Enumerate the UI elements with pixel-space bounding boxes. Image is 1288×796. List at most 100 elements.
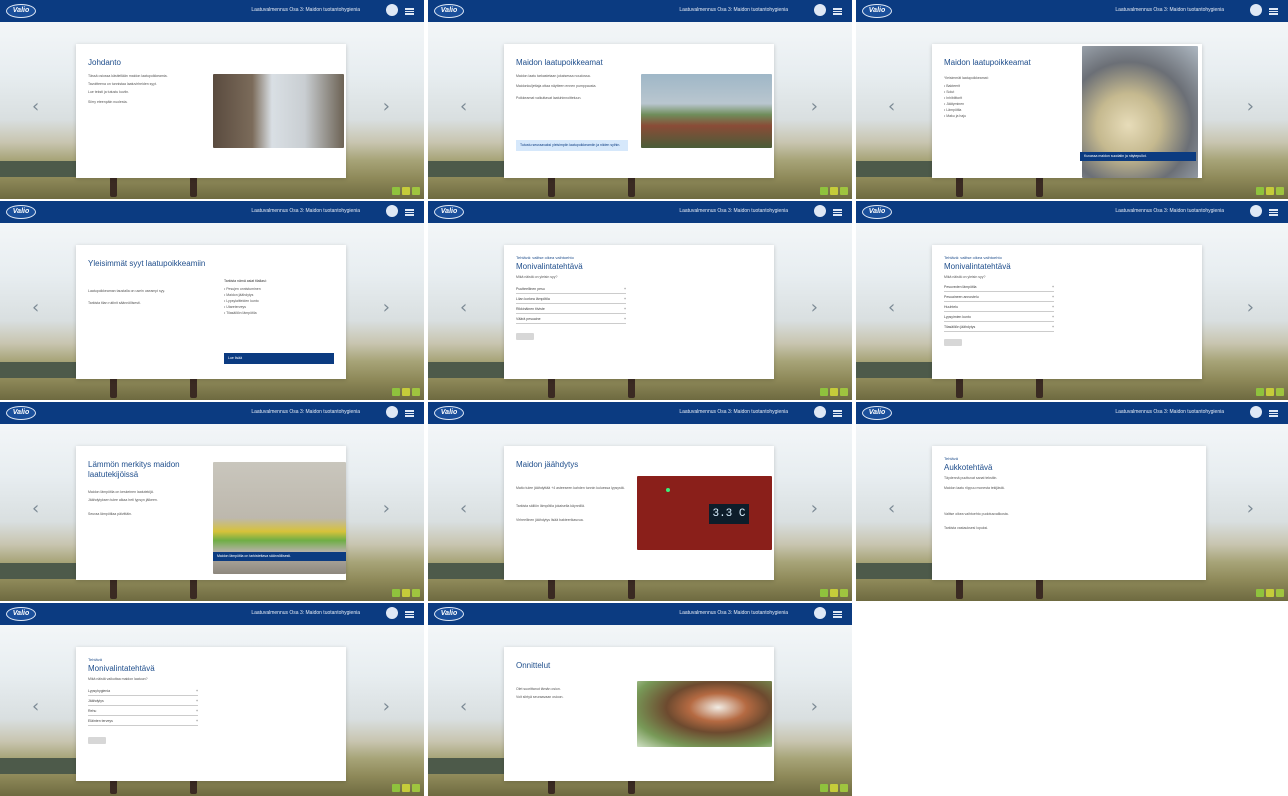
chat-icon[interactable] [386, 4, 398, 16]
slide-tile[interactable]: Valio Laatuvalmennus Osa 3: Maidon tuotan… [856, 402, 1288, 601]
chat-icon[interactable] [814, 607, 826, 619]
chat-icon[interactable] [1250, 406, 1262, 418]
chat-icon[interactable] [1250, 205, 1262, 217]
chat-icon[interactable] [814, 205, 826, 217]
slide-tile[interactable]: Valio Laatuvalmennus Osa 3: Maidon tuotan… [428, 201, 852, 400]
prev-arrow-icon[interactable]: ‹ [460, 297, 467, 318]
prev-arrow-icon[interactable]: ‹ [32, 696, 39, 717]
top-bar: Valio Laatuvalmennus Osa 3: Maidon tuotan… [0, 201, 424, 223]
next-arrow-icon[interactable]: › [1247, 498, 1254, 519]
next-arrow-icon[interactable]: › [383, 696, 390, 717]
slide-tile[interactable]: Valio Laatuvalmennus Osa 3: Maidon tuotan… [0, 0, 424, 199]
menu-icon[interactable] [405, 8, 414, 15]
menu-icon[interactable] [833, 8, 842, 15]
footer-icons[interactable] [1256, 589, 1284, 597]
footer-icons[interactable] [820, 388, 848, 396]
slide-tile[interactable]: Valio Laatuvalmennus Osa 3: Maidon tuotan… [0, 402, 424, 601]
answer-option[interactable]: Rikkinäinen tiiviste + [516, 307, 626, 314]
prev-arrow-icon[interactable]: ‹ [460, 96, 467, 117]
slide-tile[interactable]: Valio Laatuvalmennus Osa 3: Maidon tuotan… [856, 201, 1288, 400]
prev-arrow-icon[interactable]: ‹ [460, 696, 467, 717]
submit-button[interactable] [88, 737, 106, 744]
slide-tile[interactable]: Valio Laatuvalmennus Osa 3: Maidon tuotan… [428, 603, 852, 796]
next-arrow-icon[interactable]: › [811, 297, 818, 318]
slide-tile[interactable]: Valio Laatuvalmennus Osa 3: Maidon tuotan… [856, 0, 1288, 199]
prev-arrow-icon[interactable]: ‹ [888, 96, 895, 117]
prev-arrow-icon[interactable]: ‹ [32, 297, 39, 318]
submit-button[interactable] [516, 333, 534, 340]
answer-option[interactable]: Väärä pesuaine + [516, 317, 626, 324]
footer-icons[interactable] [1256, 187, 1284, 195]
slide-tile[interactable]: Valio Laatuvalmennus Osa 3: Maidon tuotan… [428, 0, 852, 199]
menu-icon[interactable] [405, 209, 414, 216]
menu-icon[interactable] [833, 410, 842, 417]
chat-icon[interactable] [386, 607, 398, 619]
prev-arrow-icon[interactable]: ‹ [32, 96, 39, 117]
text-line: Maito tulee jäähdyttää +4 asteeseen kahd… [516, 486, 625, 490]
text-line: Maidon lämpötila on keskeinen laatutekij… [88, 490, 154, 494]
next-arrow-icon[interactable]: › [811, 696, 818, 717]
text-line: • Maku ja haju [944, 114, 967, 118]
content-card: Tehtävä: valitse oikea vaihtoehto Moniva… [932, 245, 1202, 379]
footer-icons[interactable] [820, 784, 848, 792]
next-arrow-icon[interactable]: › [811, 498, 818, 519]
footer-icons[interactable] [820, 589, 848, 597]
footer-icons[interactable] [820, 187, 848, 195]
answer-option[interactable]: Pesuveden lämpötila + [944, 285, 1054, 292]
next-arrow-icon[interactable]: › [811, 96, 818, 117]
answer-option[interactable]: Pesuaineen annostelu + [944, 295, 1054, 302]
slide-tile[interactable]: Valio Laatuvalmennus Osa 3: Maidon tuotan… [0, 201, 424, 400]
menu-icon[interactable] [833, 611, 842, 618]
question-text: Mikä näistä vaikuttaa maidon laatuun? [88, 677, 148, 681]
read-more-button[interactable]: Lue lisää [224, 353, 334, 364]
prev-arrow-icon[interactable]: ‹ [460, 498, 467, 519]
content-card: Maidon jäähdytys Maito tulee jäähdyttää … [504, 446, 774, 580]
next-arrow-icon[interactable]: › [383, 297, 390, 318]
top-bar: Valio Laatuvalmennus Osa 3: Maidon tuotan… [428, 402, 852, 424]
next-arrow-icon[interactable]: › [1247, 96, 1254, 117]
menu-icon[interactable] [405, 611, 414, 618]
menu-icon[interactable] [833, 209, 842, 216]
slide-title: Monivalintatehtävä [516, 262, 583, 271]
chat-icon[interactable] [814, 4, 826, 16]
answer-option[interactable]: Huuhtelu + [944, 305, 1054, 312]
slide-tile[interactable]: Valio Laatuvalmennus Osa 3: Maidon tuotan… [428, 402, 852, 601]
answer-option[interactable]: Puutteellinen pesu + [516, 287, 626, 294]
chat-icon[interactable] [1250, 4, 1262, 16]
text-line: • Inhibiittorit [944, 96, 963, 100]
menu-icon[interactable] [1269, 410, 1278, 417]
footer-icons[interactable] [392, 388, 420, 396]
chat-bubble-icon [392, 784, 400, 792]
chat-icon[interactable] [386, 406, 398, 418]
prev-arrow-icon[interactable]: ‹ [32, 498, 39, 519]
menu-icon[interactable] [405, 410, 414, 417]
answer-option[interactable]: Jäähdytys + [88, 699, 198, 706]
task-subtitle: Tehtävä [944, 456, 959, 461]
answer-option[interactable]: Lypsyimien kunto + [944, 315, 1054, 322]
answer-option[interactable]: Tilasäiliön jäähdytys + [944, 325, 1054, 332]
footer-icons[interactable] [392, 187, 420, 195]
answer-option[interactable]: Liian korkea lämpötila + [516, 297, 626, 304]
menu-icon[interactable] [1269, 209, 1278, 216]
answer-option[interactable]: Lypsyhygienia + [88, 689, 198, 696]
list-item: • Utareterveys [224, 305, 247, 309]
chat-bubble-icon [820, 187, 828, 195]
next-arrow-icon[interactable]: › [383, 96, 390, 117]
slide-tile[interactable]: Valio Laatuvalmennus Osa 3: Maidon tuotan… [0, 603, 424, 796]
text-line: • Solut [944, 90, 955, 94]
answer-option[interactable]: Rehu + [88, 709, 198, 716]
next-arrow-icon[interactable]: › [383, 498, 390, 519]
valio-logo: Valio [862, 205, 892, 219]
next-arrow-icon[interactable]: › [1247, 297, 1254, 318]
footer-icons[interactable] [392, 589, 420, 597]
prev-arrow-icon[interactable]: ‹ [888, 498, 895, 519]
chat-icon[interactable] [386, 205, 398, 217]
prev-arrow-icon[interactable]: ‹ [888, 297, 895, 318]
footer-icons[interactable] [1256, 388, 1284, 396]
footer-icons[interactable] [392, 784, 420, 792]
answer-option[interactable]: Eläinten terveys + [88, 719, 198, 726]
submit-button[interactable] [944, 339, 962, 346]
menu-icon[interactable] [1269, 8, 1278, 15]
slide-title: Aukkotehtävä [944, 463, 993, 472]
chat-icon[interactable] [814, 406, 826, 418]
